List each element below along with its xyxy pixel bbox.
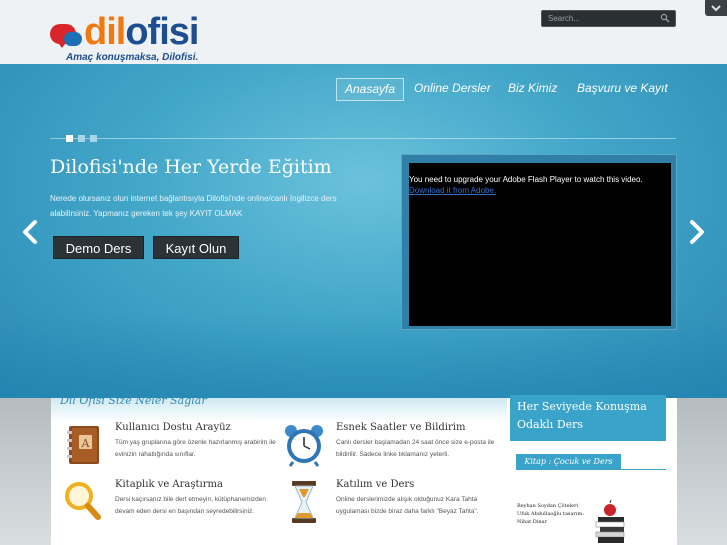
slider-dot-1[interactable]: [66, 135, 73, 142]
features-header: Dil Ofisi Size Neler Sağlar: [51, 394, 507, 422]
logo-tagline: Amaç konuşmaksa, Dilofisi.: [66, 52, 199, 63]
flash-upgrade-message: You need to upgrade your Adobe Flash Pla…: [409, 175, 643, 184]
site-logo[interactable]: dilofisi Amaç konuşmaksa, Dilofisi.: [50, 10, 220, 66]
slider-dot-3[interactable]: [90, 135, 97, 142]
svg-text:A: A: [81, 437, 91, 450]
magnifier-icon: [65, 482, 101, 520]
logo-wordmark: dilofisi: [84, 10, 199, 54]
sidebar-divider: [516, 469, 666, 470]
book-stack-apple-icon: [595, 500, 625, 543]
feature-title: Kitaplık ve Araştırma: [115, 479, 223, 490]
site-header: dilofisi Amaç konuşmaksa, Dilofisi.: [0, 0, 727, 64]
slider-divider: [50, 138, 676, 139]
feature-item: Katılım ve Ders Online derslerimizde alı…: [281, 479, 496, 535]
demo-button[interactable]: Demo Ders: [53, 236, 144, 259]
flash-download-link[interactable]: Download it from Adobe.: [409, 186, 496, 195]
feature-title: Katılım ve Ders: [336, 479, 415, 490]
feature-text: Online derslerimizde alışık olduğunuz Ka…: [336, 496, 479, 515]
slider-dot-2[interactable]: [78, 135, 85, 142]
feature-item: Esnek Saatler ve Bildirim Canlı dersler …: [281, 422, 496, 478]
features-title: Dil Ofisi Size Neler Sağlar: [60, 394, 207, 407]
sidebar-category-label: Kitap : Çocuk ve Ders: [516, 454, 621, 470]
nav-item-basvuru-ve-kayit[interactable]: Başvuru ve Kayıt: [569, 78, 676, 101]
search-box: [541, 10, 676, 27]
chevron-left-icon[interactable]: [20, 219, 40, 245]
hero-title: Dilofisi'nde Her Yerde Eğitim: [50, 156, 332, 178]
video-frame: You need to upgrade your Adobe Flash Pla…: [401, 154, 677, 330]
feature-item: Kitaplık ve Araştırma Dersi kaçırsanız b…: [60, 479, 275, 535]
alarm-clock-icon: [285, 425, 323, 467]
feature-title: Esnek Saatler ve Bildirim: [336, 422, 466, 433]
nav-item-biz-kimiz[interactable]: Biz Kimiz: [500, 78, 565, 101]
hero-slider: Anasayfa Online Dersler Biz Kimiz Başvur…: [0, 64, 727, 398]
feature-item: A Kullanıcı Dostu Arayüz Tüm yaş gruplar…: [60, 422, 276, 478]
hero-text: Nerede olursanız olun internet bağlantıs…: [50, 194, 337, 218]
search-input[interactable]: [548, 12, 658, 25]
feature-text: Canlı dersler başlamadan 24 saat önce si…: [336, 439, 495, 458]
sidebar-highlight-box[interactable]: Her Seviyede Konuşma Odaklı Ders: [510, 395, 666, 441]
register-button[interactable]: Kayıt Olun: [153, 236, 239, 259]
panel-toggle-button[interactable]: [705, 0, 727, 16]
search-icon[interactable]: [660, 13, 670, 23]
nav-item-anasayfa[interactable]: Anasayfa: [336, 78, 405, 101]
video-player[interactable]: You need to upgrade your Adobe Flash Pla…: [409, 163, 671, 326]
feature-text: Tüm yaş gruplarına göre özenle hazırlanm…: [115, 439, 276, 458]
sidebar: Her Seviyede Konuşma Odaklı Ders Kitap :…: [510, 395, 677, 545]
chevron-down-icon: [711, 5, 721, 12]
logo-wordmark-part1: dil: [84, 11, 126, 53]
logo-wordmark-part2: ofisi: [125, 11, 199, 53]
book-credits: Beyhan Soydan Çöteleri Ufuk Abdullaoğlu …: [517, 503, 584, 525]
chevron-right-icon[interactable]: [687, 219, 707, 245]
feature-title: Kullanıcı Dostu Arayüz: [115, 422, 231, 433]
hourglass-icon: [292, 481, 316, 523]
main-nav: Anasayfa Online Dersler Biz Kimiz Başvur…: [0, 78, 727, 102]
speech-bubble-blue-icon: [64, 32, 82, 46]
address-book-icon: A: [67, 426, 99, 464]
nav-item-online-dersler[interactable]: Online Dersler: [406, 78, 499, 101]
sidebar-highlight-text: Her Seviyede Konuşma Odaklı Ders: [517, 400, 647, 431]
feature-text: Dersi kaçırsanız bile dert etmeyin, kütü…: [115, 496, 267, 515]
